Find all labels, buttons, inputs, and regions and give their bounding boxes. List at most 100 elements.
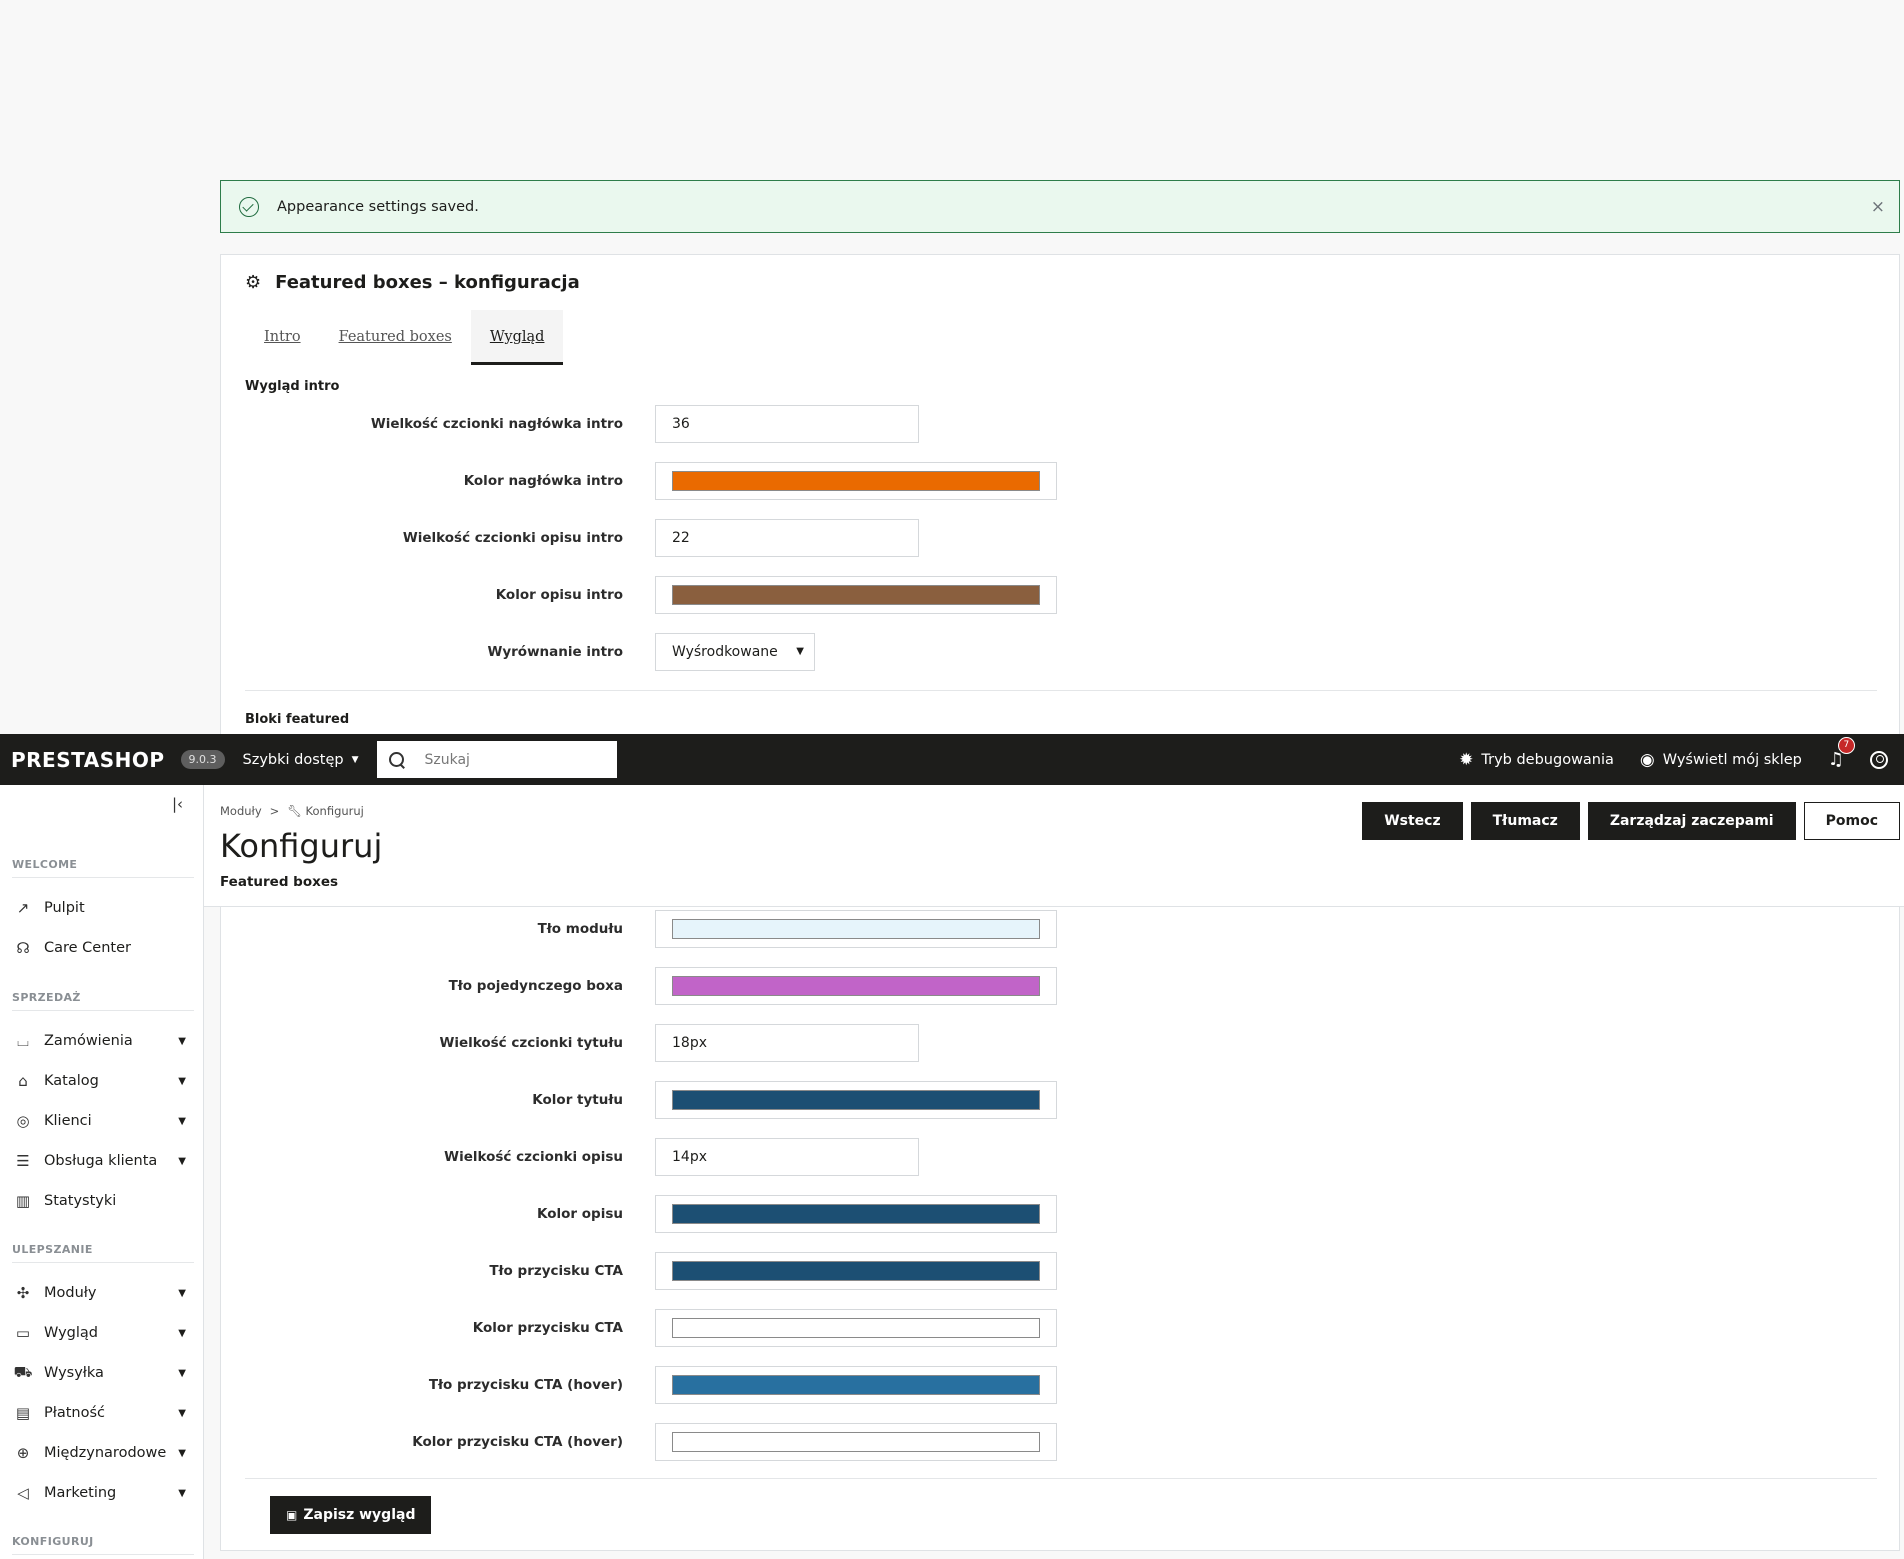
field-label: Kolor przycisku CTA (hover) (412, 1434, 623, 1450)
field-label: Tło przycisku CTA (hover) (428, 1377, 623, 1393)
sidebar-item-marketing[interactable]: ◁ Marketing ▼ (12, 1473, 194, 1513)
sidebar-item-customer-service[interactable]: ☰ Obsługa klienta ▼ (12, 1141, 194, 1181)
field-row: Kolor przycisku CTA (221, 1308, 1899, 1348)
description-font-size-input[interactable]: 14px (655, 1138, 919, 1176)
eye-icon: ◉ (1639, 749, 1655, 770)
sidebar-group-improve: ULEPSZANIE (12, 1243, 194, 1263)
intro-description-size-input[interactable]: 22 (655, 519, 919, 557)
basket-icon: ⌴ (16, 1032, 29, 1050)
sidebar-group-configure: KONFIGURUJ (12, 1535, 194, 1555)
sidebar: |‹ WELCOME ↗ Pulpit ☊ Care Center SPRZED… (0, 785, 204, 1559)
tabs: Intro Featured boxes Wygląd (245, 310, 564, 365)
sidebar-item-payment[interactable]: ▤ Płatność ▼ (12, 1393, 194, 1433)
store-icon: ⌂ (18, 1072, 28, 1090)
field-row: Kolor nagłówka intro (221, 461, 1899, 501)
sidebar-item-catalog[interactable]: ⌂ Katalog ▼ (12, 1061, 194, 1101)
toolbar-actions: Wstecz Tłumacz Zarządzaj zaczepami Pomoc (1354, 802, 1900, 840)
sidebar-item-customers[interactable]: ◎ Klienci ▼ (12, 1101, 194, 1141)
save-appearance-button[interactable]: ▣ Zapisz wygląd (270, 1496, 432, 1534)
chevron-down-icon: ▼ (796, 646, 804, 657)
color-swatch (672, 1432, 1040, 1452)
field-row: Wielkość czcionki nagłówka intro 36 (221, 404, 1899, 444)
gear-icon: ⚙ (245, 272, 262, 293)
intro-heading-color-picker[interactable] (655, 462, 1057, 500)
section-title-featured: Bloki featured (245, 712, 350, 727)
megaphone-icon: ◁ (17, 1484, 29, 1502)
sidebar-item-care-center[interactable]: ☊ Care Center (12, 928, 194, 968)
sidebar-group-welcome: WELCOME (12, 858, 194, 878)
view-shop-link[interactable]: ◉ Wyświetl mój sklep (1640, 750, 1802, 770)
bar-chart-icon: ▥ (15, 1192, 31, 1210)
chevron-down-icon: ▼ (178, 1075, 186, 1087)
page-header: Moduły > 🔧︎ Konfiguruj Konfiguruj Featured… (204, 785, 1904, 907)
breadcrumb-modules[interactable]: Moduły (220, 804, 262, 818)
trending-up-icon: ↗ (16, 899, 30, 917)
box-background-color-picker[interactable] (655, 967, 1057, 1005)
chevron-down-icon: ▼ (178, 1155, 186, 1167)
tab-featured-boxes[interactable]: Featured boxes (320, 310, 471, 365)
divider (245, 1478, 1877, 1479)
title-font-size-input[interactable]: 18px (655, 1024, 919, 1062)
caret-down-icon: ▼ (351, 754, 359, 765)
chevron-down-icon: ▼ (178, 1035, 186, 1047)
breadcrumb: Moduły > 🔧︎ Konfiguruj (220, 804, 364, 818)
quick-access-dropdown[interactable]: Szybki dostęp ▼ (243, 752, 359, 768)
help-button[interactable]: Pomoc (1803, 802, 1900, 840)
divider (245, 690, 1877, 691)
cta-text-color-picker[interactable] (655, 1309, 1057, 1347)
field-row: Kolor opisu (221, 1194, 1899, 1234)
intro-heading-size-input[interactable]: 36 (655, 405, 919, 443)
sidebar-item-international[interactable]: ⊕ Międzynarodowe ▼ (12, 1433, 194, 1473)
page-subtitle: Featured boxes (220, 874, 339, 890)
close-icon[interactable]: × (1871, 197, 1885, 217)
intro-description-color-picker[interactable] (655, 576, 1057, 614)
debug-mode-link[interactable]: ✹ Tryb debugowania (1459, 750, 1614, 770)
sidebar-item-orders[interactable]: ⌴ Zamówienia ▼ (12, 1021, 194, 1061)
breadcrumb-separator: > (269, 804, 280, 818)
collapse-sidebar-icon[interactable]: |‹ (172, 795, 183, 813)
field-label: Wyrównanie intro (487, 644, 623, 660)
cta-hover-text-color-picker[interactable] (655, 1423, 1057, 1461)
sidebar-item-shipping[interactable]: ⛟ Wysyłka ▼ (12, 1353, 194, 1393)
tab-appearance[interactable]: Wygląd (470, 310, 564, 365)
account-icon[interactable] (1870, 750, 1888, 769)
config-card: ⚙ Featured boxes – konfiguracja Intro Fe… (220, 254, 1900, 734)
intro-alignment-select[interactable]: Wyśrodkowane ▼ (655, 633, 815, 671)
translate-button[interactable]: Tłumacz (1470, 802, 1580, 840)
save-icon: ▣ (286, 1508, 298, 1522)
page-title: Konfiguruj (220, 827, 383, 865)
truck-icon: ⛟ (13, 1363, 33, 1381)
logo[interactable]: PRESTASHOP (11, 748, 165, 772)
credit-card-icon: ▤ (15, 1404, 31, 1422)
field-row: Tło przycisku CTA (hover) (221, 1365, 1899, 1405)
back-button[interactable]: Wstecz (1362, 802, 1463, 840)
chevron-down-icon: ▼ (178, 1287, 186, 1299)
config-card-bottom: Tło modułu Tło pojedynczego boxa Wielkoś… (220, 907, 1900, 1551)
search-icon (388, 751, 405, 768)
card-title: ⚙ Featured boxes – konfiguracja (245, 272, 580, 293)
sidebar-item-design[interactable]: ▭ Wygląd ▼ (12, 1313, 194, 1353)
field-row: Kolor opisu intro (221, 575, 1899, 615)
header-bar: PRESTASHOP 9.0.3 Szybki dostęp ▼ ✹ Tryb … (0, 734, 1904, 785)
field-label: Wielkość czcionki opisu intro (402, 530, 623, 546)
manage-hooks-button[interactable]: Zarządzaj zaczepami (1587, 802, 1796, 840)
globe-icon: ⊕ (16, 1444, 30, 1462)
color-swatch (672, 1318, 1040, 1338)
search-input[interactable] (424, 751, 595, 768)
module-background-color-picker[interactable] (655, 910, 1057, 948)
title-color-picker[interactable] (655, 1081, 1057, 1119)
field-label: Kolor przycisku CTA (472, 1320, 623, 1336)
chevron-down-icon: ▼ (178, 1487, 186, 1499)
cta-background-color-picker[interactable] (655, 1252, 1057, 1290)
tab-intro[interactable]: Intro (245, 310, 320, 365)
success-alert: Appearance settings saved. × (220, 180, 1900, 233)
description-color-picker[interactable] (655, 1195, 1057, 1233)
field-row: Tło przycisku CTA (221, 1251, 1899, 1291)
sidebar-item-dashboard[interactable]: ↗ Pulpit (12, 888, 194, 928)
chat-icon: ☰ (16, 1152, 30, 1170)
notifications-button[interactable]: ♫ 7 (1828, 737, 1855, 770)
sidebar-item-modules[interactable]: ✣ Moduły ▼ (12, 1273, 194, 1313)
field-label: Tło modułu (537, 921, 623, 937)
sidebar-item-statistics[interactable]: ▥ Statystyki (12, 1181, 194, 1221)
cta-hover-background-color-picker[interactable] (655, 1366, 1057, 1404)
